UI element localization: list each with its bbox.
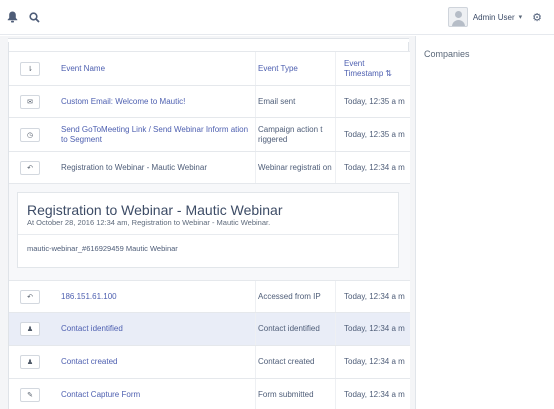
event-timestamp: Today, 12:34 a m: [344, 390, 405, 399]
column-header-event-name[interactable]: Event Name: [61, 64, 105, 74]
bell-icon[interactable]: [5, 10, 19, 24]
sort-icon[interactable]: ⇅: [385, 69, 392, 78]
event-timestamp: Today, 12:34 a m: [344, 162, 405, 172]
event-name[interactable]: Registration to Webinar - Mautic Webinar: [61, 163, 207, 173]
event-timestamp: Today, 12:34 a m: [344, 357, 405, 366]
event-timestamp: Today, 12:35 a m: [344, 129, 405, 139]
table-row[interactable]: ✉ Custom Email: Welcome to Mautic! Email…: [9, 85, 410, 117]
event-name-link[interactable]: Send GoToMeeting Link / Send Webinar Inf…: [61, 125, 255, 145]
timeline-panel: ⇂ Event Name Event Type Event Timestamp ⇅…: [0, 36, 416, 409]
divider: [18, 234, 398, 235]
event-detail-row: Registration to Webinar - Mautic Webinar…: [9, 183, 410, 280]
avatar[interactable]: [447, 7, 468, 27]
table-row[interactable]: ↶ 186.151.61.100 Accessed from IP Today,…: [9, 280, 410, 312]
event-type: Contact created: [258, 357, 315, 366]
event-name-link[interactable]: Contact created: [61, 357, 117, 367]
table-row[interactable]: ✎ Contact Capture Form Form submitted To…: [9, 378, 410, 409]
detail-subtitle: At October 28, 2016 12:34 am, Registrati…: [27, 218, 271, 227]
event-type: Email sent: [258, 96, 296, 106]
user-menu[interactable]: Admin User ▾ ⚙: [447, 5, 542, 29]
envelope-icon[interactable]: ✉: [20, 94, 40, 109]
event-timeline-table: ⇂ Event Name Event Type Event Timestamp ⇅…: [8, 38, 410, 409]
event-timestamp: Today, 12:35 a m: [344, 96, 405, 106]
detail-body: mautic-webinar_#616929459 Mautic Webinar: [27, 244, 178, 253]
edit-icon[interactable]: ✎: [20, 388, 40, 402]
table-row-expanded[interactable]: ↶ Registration to Webinar - Mautic Webin…: [9, 151, 410, 183]
event-name-link[interactable]: Custom Email: Welcome to Mautic!: [61, 97, 185, 107]
gear-icon[interactable]: ⚙: [532, 11, 542, 24]
undo-icon[interactable]: ↶: [20, 160, 40, 175]
event-timestamp: Today, 12:34 a m: [344, 324, 405, 333]
clock-icon[interactable]: ◷: [20, 127, 40, 142]
table-row[interactable]: ♟ Contact created Contact created Today,…: [9, 345, 410, 378]
companies-panel: Companies: [416, 36, 554, 409]
chevron-down-icon[interactable]: ▾: [519, 13, 523, 21]
companies-title: Companies: [424, 49, 470, 59]
table-row[interactable]: ◷ Send GoToMeeting Link / Send Webinar I…: [9, 117, 410, 151]
detail-title: Registration to Webinar - Mautic Webinar: [27, 202, 283, 218]
table-row[interactable]: ♟ Contact identified Contact identified …: [9, 312, 410, 345]
toggle-all-button[interactable]: ⇂: [20, 61, 40, 76]
event-name-link[interactable]: 186.151.61.100: [61, 292, 117, 302]
event-type: Campaign action t riggered: [258, 124, 323, 144]
event-name-link[interactable]: Contact identified: [61, 324, 123, 334]
event-type: Webinar registrati on: [258, 162, 332, 172]
user-name[interactable]: Admin User: [473, 13, 515, 22]
table-header-row: ⇂ Event Name Event Type Event Timestamp ⇅: [9, 51, 410, 85]
event-detail-card: Registration to Webinar - Mautic Webinar…: [17, 192, 399, 268]
column-header-event-type[interactable]: Event Type: [258, 64, 298, 74]
event-timestamp: Today, 12:34 a m: [344, 291, 405, 301]
column-header-timestamp[interactable]: Event Timestamp ⇅: [344, 59, 410, 79]
search-icon[interactable]: [27, 10, 41, 24]
event-type: Form submitted: [258, 390, 314, 399]
event-type: Accessed from IP: [258, 291, 321, 301]
undo-icon[interactable]: ↶: [20, 289, 40, 304]
top-navbar: Admin User ▾ ⚙: [0, 0, 554, 35]
user-icon[interactable]: ♟: [20, 355, 40, 369]
event-name-link[interactable]: Contact Capture Form: [61, 390, 140, 400]
event-type: Contact identified: [258, 324, 320, 333]
user-icon[interactable]: ♟: [20, 322, 40, 336]
